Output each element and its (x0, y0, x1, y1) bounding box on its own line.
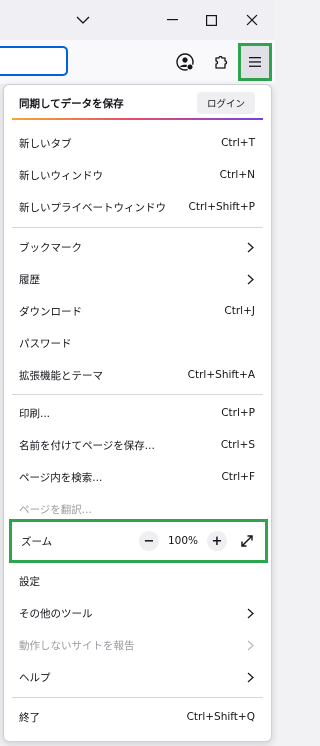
sync-row: 同期してデータを保存 ログイン (4, 87, 271, 119)
menu-item-label: 履歴 (19, 273, 40, 286)
menu-item-shortcut: Ctrl+Shift+P (188, 201, 255, 213)
menu-item-label: ダウンロード (19, 305, 82, 318)
zoom-in-button[interactable]: + (207, 531, 227, 551)
menu-item-shortcut: Ctrl+F (221, 471, 255, 483)
menu-item-label: 印刷... (19, 407, 51, 420)
menu-item-new-tab[interactable]: 新しいタブ Ctrl+T (4, 127, 271, 159)
hamburger-menu-icon[interactable] (238, 43, 272, 81)
nav-toolbar (0, 40, 275, 84)
menu-separator (12, 697, 263, 698)
chevron-right-icon (245, 273, 255, 285)
menu-item-new-private-window[interactable]: 新しいプライベートウィンドウ Ctrl+Shift+P (4, 191, 271, 223)
title-bar (0, 0, 275, 40)
login-button[interactable]: ログイン (196, 92, 255, 114)
menu-item-label: 新しいウィンドウ (19, 169, 103, 182)
menu-separator (12, 394, 263, 395)
extensions-puzzle-icon[interactable] (208, 49, 234, 75)
menu-item-label: ブックマーク (19, 241, 82, 254)
menu-item-label: 設定 (19, 575, 40, 588)
close-icon[interactable] (229, 0, 275, 40)
menu-item-report-site: 動作しないサイトを報告 (4, 629, 271, 661)
menu-item-shortcut: Ctrl+N (219, 169, 255, 181)
menu-item-find-in-page[interactable]: ページ内を検索... Ctrl+F (4, 461, 271, 493)
chevron-right-icon (245, 671, 255, 683)
menu-item-label: 動作しないサイトを報告 (19, 639, 135, 652)
url-bar[interactable] (0, 46, 68, 76)
tab-list-chevron-icon[interactable] (60, 0, 106, 40)
zoom-reset-value[interactable]: 100% (159, 535, 207, 547)
chevron-right-icon (245, 639, 255, 651)
menu-item-save-page[interactable]: 名前を付けてページを保存... Ctrl+S (4, 429, 271, 461)
sync-title: 同期してデータを保存 (19, 97, 124, 110)
zoom-out-button[interactable]: − (139, 531, 159, 551)
menu-item-new-window[interactable]: 新しいウィンドウ Ctrl+N (4, 159, 271, 191)
fullscreen-icon[interactable] (237, 531, 257, 551)
menu-item-label: ページ内を検索... (19, 471, 103, 484)
menu-item-label: 終了 (19, 711, 40, 724)
menu-item-shortcut: Ctrl+J (224, 305, 255, 317)
menu-item-shortcut: Ctrl+Shift+Q (186, 711, 255, 723)
menu-item-settings[interactable]: 設定 (4, 565, 271, 597)
menu-item-more-tools[interactable]: その他のツール (4, 597, 271, 629)
menu-item-shortcut: Ctrl+Shift+A (187, 369, 255, 381)
menu-item-addons[interactable]: 拡張機能とテーマ Ctrl+Shift+A (4, 359, 271, 391)
zoom-label: ズーム (21, 535, 53, 548)
menu-item-shortcut: Ctrl+S (220, 439, 255, 451)
menu-item-label: 新しいプライベートウィンドウ (19, 201, 166, 214)
chevron-right-icon (245, 607, 255, 619)
menu-separator (12, 227, 263, 228)
menu-item-label: 新しいタブ (19, 137, 72, 150)
menu-item-quit[interactable]: 終了 Ctrl+Shift+Q (4, 701, 271, 733)
menu-item-label: 拡張機能とテーマ (19, 369, 103, 382)
menu-item-help[interactable]: ヘルプ (4, 661, 271, 693)
accent-divider (12, 118, 263, 120)
menu-item-bookmarks[interactable]: ブックマーク (4, 231, 271, 263)
menu-item-label: 名前を付けてページを保存... (19, 439, 155, 452)
menu-item-history[interactable]: 履歴 (4, 263, 271, 295)
menu-item-shortcut: Ctrl+P (221, 407, 255, 419)
zoom-control-row: ズーム − 100% + (9, 519, 268, 563)
account-icon[interactable] (172, 49, 198, 75)
menu-item-label: パスワード (19, 337, 72, 350)
menu-item-label: ページを翻訳... (19, 503, 92, 516)
menu-item-print[interactable]: 印刷... Ctrl+P (4, 397, 271, 429)
app-menu-panel: 同期してデータを保存 ログイン 新しいタブ Ctrl+T 新しいウィンドウ Ct… (3, 84, 272, 742)
menu-item-label: ヘルプ (19, 671, 51, 684)
maximize-icon[interactable] (188, 0, 234, 40)
menu-item-shortcut: Ctrl+T (221, 137, 255, 149)
menu-item-downloads[interactable]: ダウンロード Ctrl+J (4, 295, 271, 327)
chevron-right-icon (245, 241, 255, 253)
menu-item-passwords[interactable]: パスワード (4, 327, 271, 359)
menu-item-label: その他のツール (19, 607, 93, 620)
